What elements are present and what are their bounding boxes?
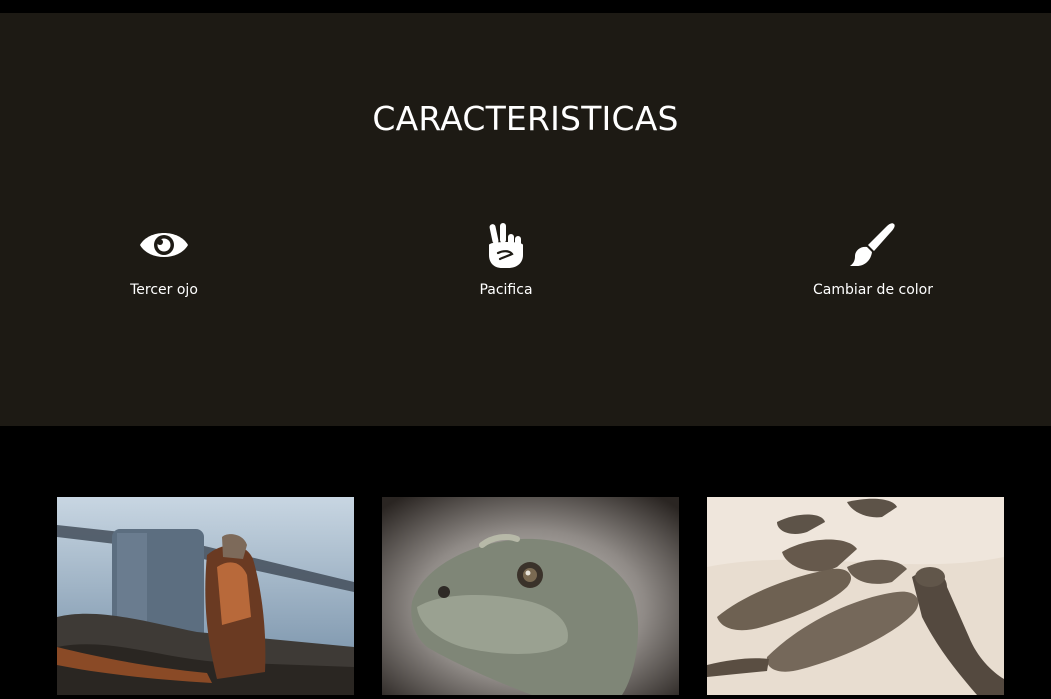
gallery-section — [0, 426, 1051, 699]
feature-pacifica: Pacifica — [406, 223, 606, 298]
feature-label: Cambiar de color — [813, 282, 933, 298]
feature-tercer-ojo: Tercer ojo — [64, 223, 264, 298]
feature-label: Pacifica — [479, 282, 533, 298]
feature-label: Tercer ojo — [130, 282, 198, 298]
paint-brush-icon — [773, 223, 973, 273]
top-strip — [0, 0, 1051, 13]
peace-hand-icon — [406, 223, 606, 273]
feature-cambiar-color: Cambiar de color — [773, 223, 973, 298]
features-section: CARACTERISTICAS Tercer ojo Pacifica Camb… — [0, 13, 1051, 426]
eye-icon — [64, 223, 264, 273]
photo-iguanas-on-sand — [707, 497, 1004, 695]
section-title: CARACTERISTICAS — [372, 99, 679, 138]
photo-iguana-on-rocks — [57, 497, 354, 695]
photo-iguana-head-closeup — [382, 497, 679, 695]
